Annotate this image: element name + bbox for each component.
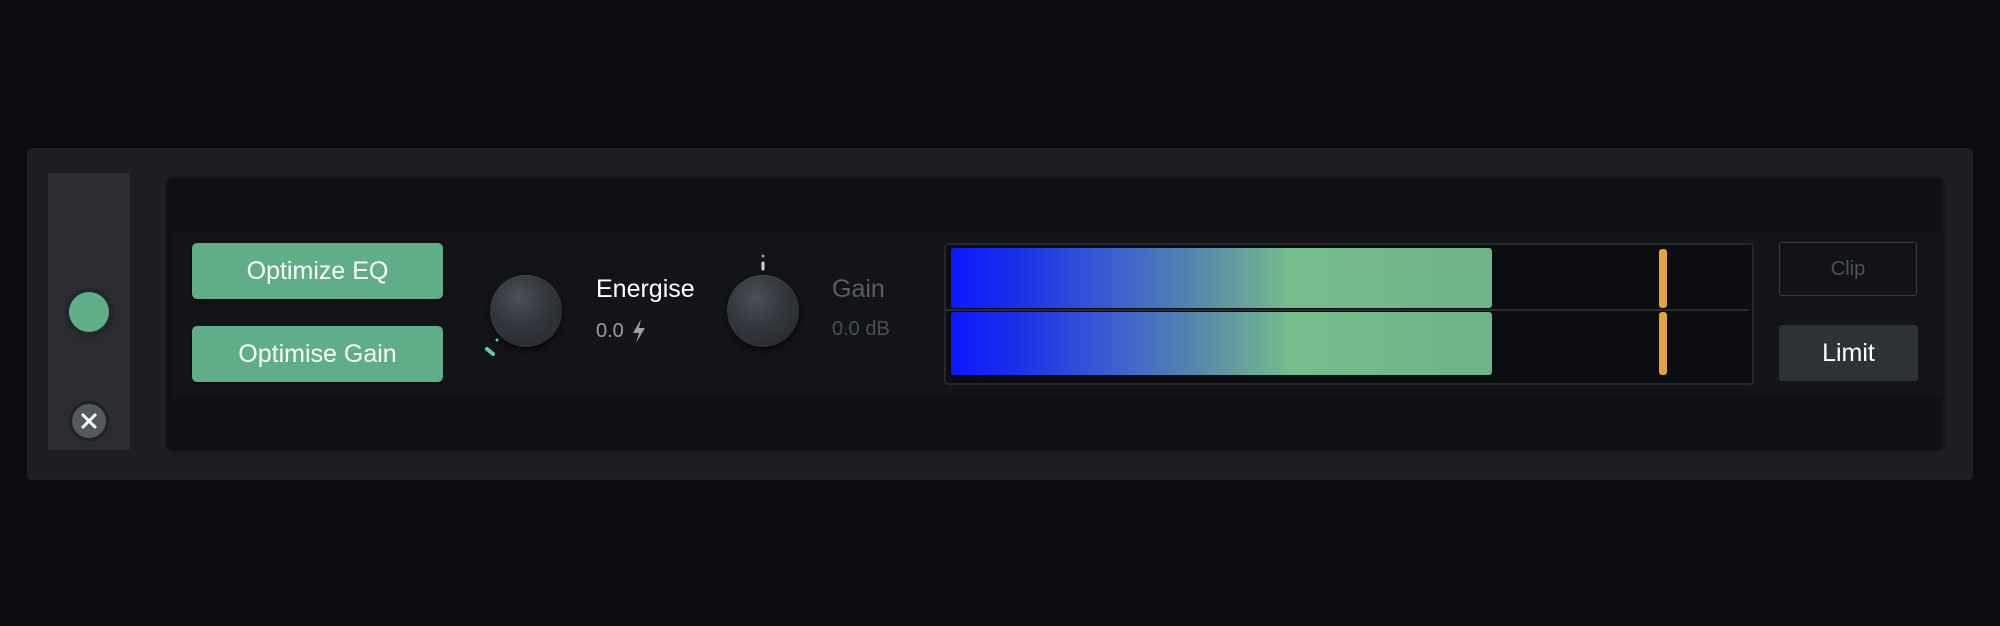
gain-knob[interactable] [727,275,799,347]
energise-value: 0.0 [596,319,624,342]
energise-knob-indicator [485,338,499,356]
close-icon [81,413,97,429]
remove-module-button[interactable] [72,404,106,438]
gain-value: 0.0 dB [832,318,890,340]
lightning-icon [632,319,645,343]
limit-button[interactable]: Limit [1779,325,1918,381]
meter-divider [946,309,1748,311]
meter-bar-right [951,312,1492,375]
peak-marker-left [1659,249,1667,308]
power-button[interactable] [69,292,109,332]
gain-label: Gain [832,275,885,303]
meter-bar-left [951,248,1492,308]
optimize-eq-button[interactable]: Optimize EQ [192,243,443,299]
optimise-gain-button[interactable]: Optimise Gain [192,326,443,382]
energise-label: Energise [596,275,695,303]
peak-marker-right [1659,312,1667,375]
gain-knob-indicator [761,254,765,271]
clip-button[interactable]: Clip [1779,242,1917,296]
